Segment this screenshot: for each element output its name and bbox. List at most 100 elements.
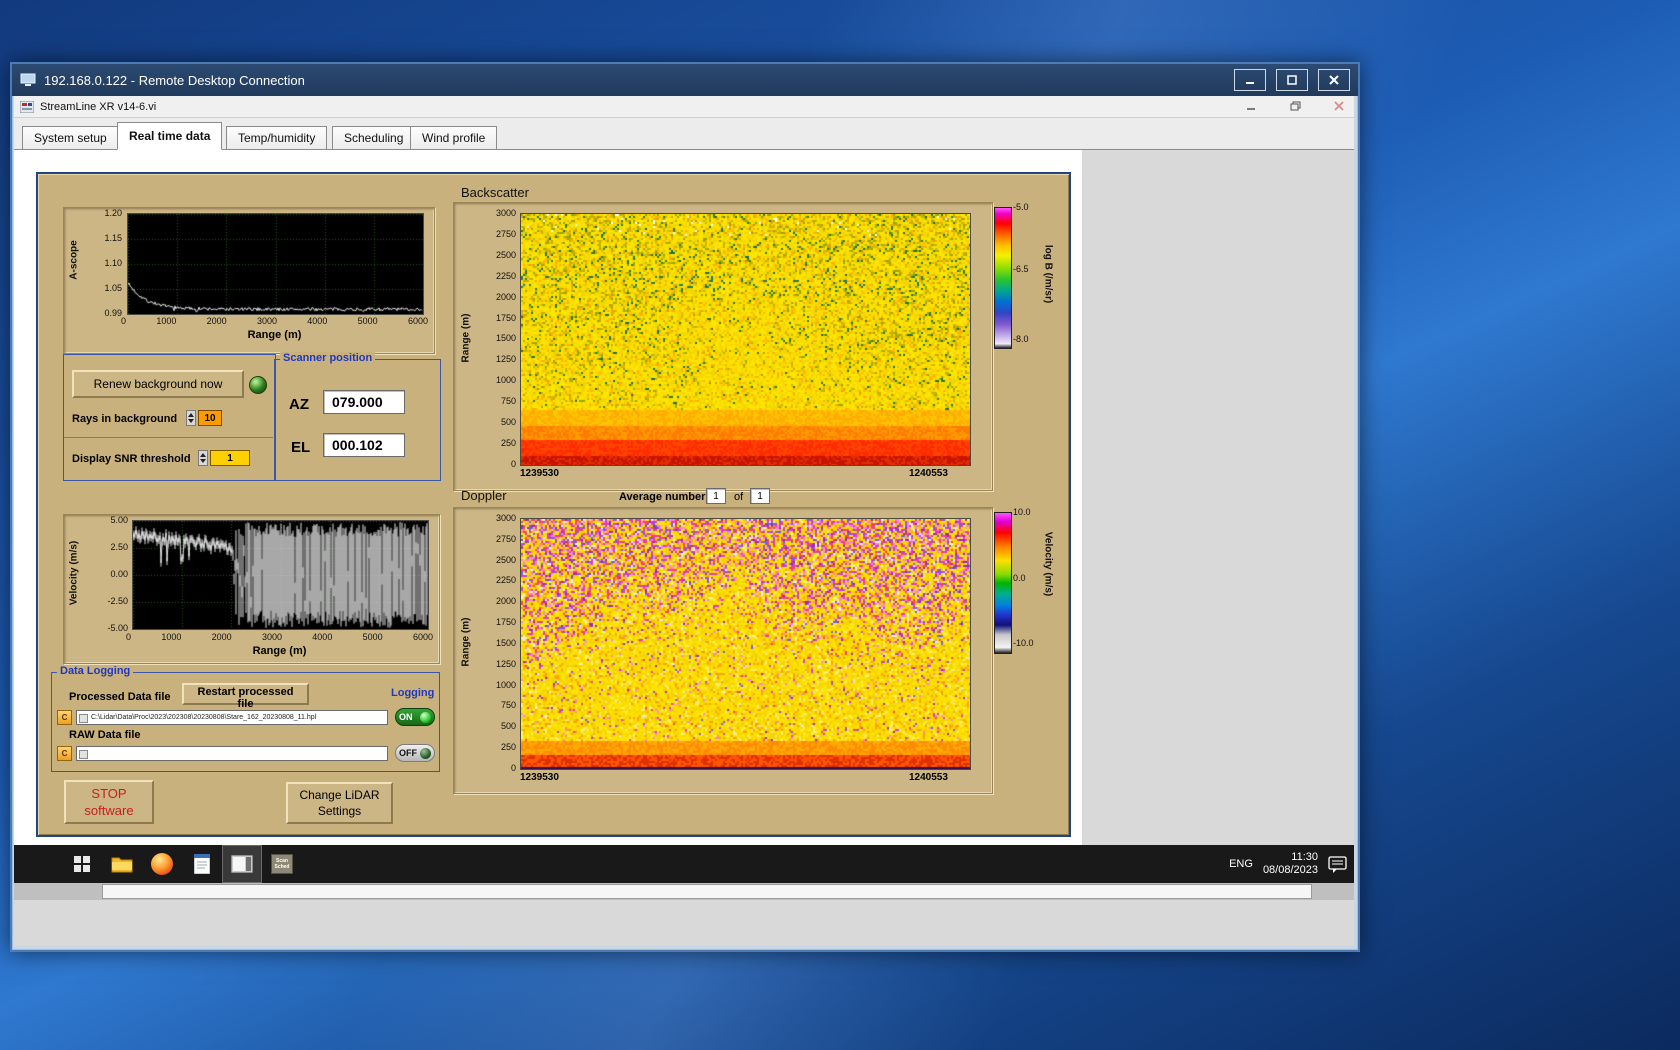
folder-icon [111, 855, 133, 873]
scrollbar-thumb[interactable] [102, 884, 1312, 899]
backscatter-title: Backscatter [461, 185, 529, 200]
processed-toggle-knob [420, 712, 431, 723]
axis-tick: 2250 [496, 575, 516, 585]
doppler-colorbar [994, 512, 1012, 654]
el-value-field[interactable]: 000.102 [323, 433, 405, 457]
backscatter-cb-label: log B (/m/sr) [1043, 245, 1054, 303]
doppler-cb-tick-top: 10.0 [1013, 507, 1031, 517]
ascope-xlabel: Range (m) [127, 329, 422, 341]
stop-software-button[interactable]: STOP software [64, 780, 154, 824]
axis-tick: 1000 [161, 632, 181, 642]
processed-browse-icon[interactable] [79, 714, 88, 723]
velocity-plot-frame: Velocity (m/s) 5.002.500.00-2.50-5.00 01… [63, 514, 440, 664]
axis-tick: 2250 [496, 271, 516, 281]
velocity-xtick-row: 0100020003000400050006000 [126, 632, 433, 642]
app-close-button[interactable] [1330, 100, 1348, 114]
language-indicator[interactable]: ENG [1229, 858, 1253, 870]
streamline-app-button[interactable] [222, 845, 262, 883]
raw-logging-toggle[interactable]: OFF [395, 744, 435, 762]
ascope-ylabel: A-scope [69, 240, 80, 279]
doppler-plot-frame: Range (m) 300027502500225020001750150012… [453, 507, 993, 794]
processed-drive-icon: C [57, 710, 72, 725]
app-restore-button[interactable] [1286, 100, 1304, 114]
backscatter-ytick-col: 3000275025002250200017501500125010007505… [482, 208, 516, 469]
rays-spinner[interactable] [186, 410, 196, 426]
doppler-cb-label: Velocity (m/s) [1043, 532, 1054, 596]
app-minimize-button[interactable] [1242, 100, 1260, 114]
change-lidar-settings-button[interactable]: Change LiDAR Settings [286, 782, 393, 824]
average-total-field: 1 [750, 488, 770, 504]
tab-system-setup[interactable]: System setup [22, 126, 119, 150]
snr-value-field[interactable]: 1 [210, 450, 250, 466]
notification-icon[interactable] [1328, 855, 1348, 873]
renew-background-led [249, 376, 267, 394]
tab-temp-humidity[interactable]: Temp/humidity [226, 126, 327, 150]
rdp-window: 192.168.0.122 - Remote Desktop Connectio… [10, 62, 1360, 952]
background-controls-box: Renew background now Rays in background … [63, 354, 276, 481]
average-of-label: of [734, 491, 743, 503]
az-value-field[interactable]: 079.000 [323, 390, 405, 414]
rdp-computer-icon [20, 73, 36, 87]
renew-background-button[interactable]: Renew background now [72, 370, 244, 398]
axis-tick: 500 [501, 417, 516, 427]
axis-tick: 1.10 [104, 258, 122, 268]
start-button[interactable] [62, 845, 102, 883]
raw-path-field[interactable] [76, 746, 388, 761]
firefox-icon [151, 853, 173, 875]
rdp-client-area: StreamLine XR v14-6.vi System setup Real… [14, 96, 1354, 946]
axis-tick: 2000 [496, 596, 516, 606]
axis-tick: 0.00 [110, 569, 128, 579]
average-number-field[interactable]: 1 [706, 488, 726, 504]
rdp-maximize-button[interactable] [1276, 69, 1308, 91]
raw-browse-icon[interactable] [79, 750, 88, 759]
data-logging-box: Data Logging Processed Data file Restart… [51, 672, 440, 772]
ascope-plot-frame: A-scope 1.201.151.101.050.99 01000200030… [63, 207, 435, 354]
scan-icon-line2: Sched [274, 864, 289, 870]
ascope-xtick-row: 0100020003000400050006000 [121, 316, 428, 326]
rays-value-field[interactable]: 10 [198, 410, 222, 426]
rdp-minimize-button[interactable] [1234, 69, 1266, 91]
axis-tick: 2500 [496, 250, 516, 260]
axis-tick: 250 [501, 438, 516, 448]
axis-tick: 250 [501, 742, 516, 752]
axis-tick: 6000 [413, 632, 433, 642]
axis-tick: 1750 [496, 313, 516, 323]
stop-line1: STOP [91, 786, 126, 801]
firefox-button[interactable] [142, 845, 182, 883]
scan-scheduler-button[interactable]: Scan Sched [262, 845, 302, 883]
backscatter-plot-frame: Range (m) 300027502500225020001750150012… [453, 202, 993, 491]
rdp-titlebar[interactable]: 192.168.0.122 - Remote Desktop Connectio… [12, 64, 1358, 96]
taskbar-clock[interactable]: 11:30 08/08/2023 [1263, 851, 1318, 877]
tab-wind-profile[interactable]: Wind profile [410, 126, 497, 150]
restart-processed-file-button[interactable]: Restart processed file [182, 683, 309, 705]
backscatter-canvas [520, 213, 971, 466]
axis-tick: 6000 [408, 316, 428, 326]
backscatter-cb-tick-top: -5.0 [1013, 202, 1029, 212]
horizontal-scrollbar[interactable] [14, 883, 1354, 900]
notepad-button[interactable] [182, 845, 222, 883]
data-logging-title: Data Logging [57, 665, 133, 677]
taskbar: Scan Sched ENG 11:30 08/08/2023 [14, 845, 1354, 883]
tab-real-time-data[interactable]: Real time data [117, 122, 222, 150]
settings-line2: Settings [318, 804, 361, 818]
app-titlebar[interactable]: StreamLine XR v14-6.vi [14, 96, 1354, 118]
backscatter-colorbar [994, 207, 1012, 349]
tab-scheduling[interactable]: Scheduling [332, 126, 415, 150]
raw-drive-icon: C [57, 746, 72, 761]
start-icon [73, 855, 91, 873]
snr-spinner[interactable] [198, 450, 208, 466]
axis-tick: 2000 [496, 292, 516, 302]
axis-tick: 1000 [156, 316, 176, 326]
backscatter-cb-tick-bot: -8.0 [1013, 334, 1029, 344]
axis-tick: 3000 [262, 632, 282, 642]
front-panel: A-scope 1.201.151.101.050.99 01000200030… [14, 150, 1082, 845]
processed-logging-toggle[interactable]: ON [395, 708, 435, 726]
processed-toggle-label: ON [399, 712, 413, 722]
file-explorer-button[interactable] [102, 845, 142, 883]
clock-time: 11:30 [1263, 851, 1318, 864]
doppler-cb-tick-bot: -10.0 [1013, 638, 1034, 648]
rdp-close-button[interactable] [1318, 69, 1350, 91]
processed-path-field[interactable]: C:\Lidar\Data\Proc\2023\202308\20230808\… [76, 710, 388, 725]
axis-tick: 2750 [496, 229, 516, 239]
axis-tick: 5000 [363, 632, 383, 642]
